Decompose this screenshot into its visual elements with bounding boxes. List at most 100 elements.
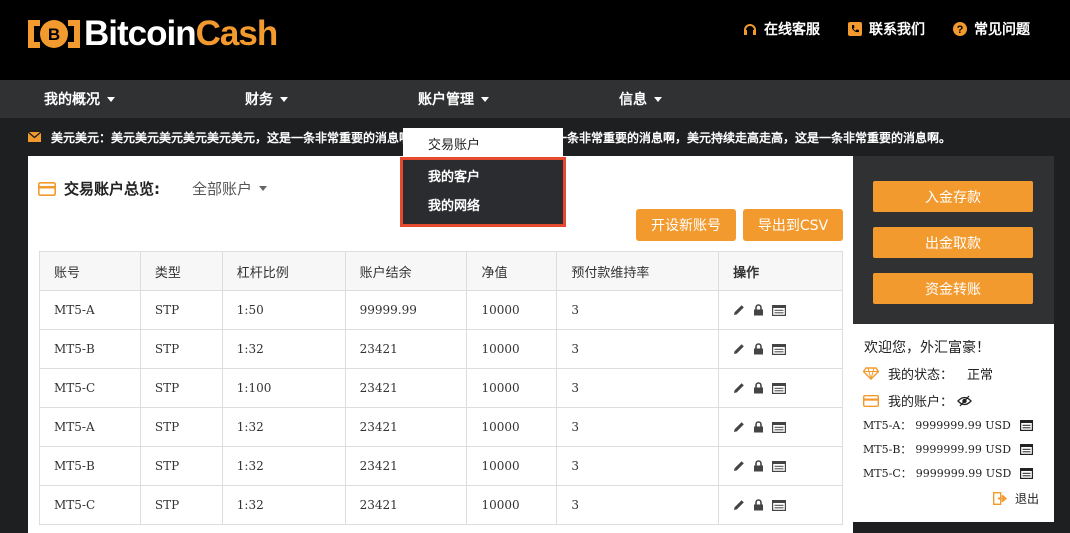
open-account-button[interactable]: 开设新账号 — [636, 209, 736, 241]
status-value: 正常 — [967, 368, 994, 383]
table-row: MT5-C STP 1:100 23421 10000 3 — [39, 368, 843, 408]
table-cell: 23421 — [344, 368, 468, 408]
logout-label: 退出 — [1015, 492, 1040, 506]
account-balance: 9999999.99 USD — [915, 466, 1012, 480]
nav-item-finance[interactable]: 财务 — [245, 80, 288, 118]
table-cell: STP — [139, 407, 223, 447]
table-body: MT5-A STP 1:50 99999.99 10000 3 MT5-B STP 1:32 23… — [39, 290, 843, 525]
deposit-button[interactable]: 入金存款 — [873, 181, 1033, 212]
table-cell: 1:32 — [221, 446, 346, 486]
list-icon[interactable] — [1019, 419, 1033, 431]
faq-link[interactable]: ? 常见问题 — [953, 19, 1030, 39]
column-header[interactable]: 预付款维持率 — [556, 251, 720, 291]
pencil-icon[interactable] — [733, 304, 745, 316]
column-header[interactable]: 杠杆比例 — [221, 251, 346, 291]
welcome-text: 欢迎您，外汇富豪！ — [864, 340, 990, 356]
pencil-icon[interactable] — [733, 499, 745, 511]
overview-heading: 交易账户总览: — [38, 178, 160, 199]
chevron-down-icon — [654, 96, 662, 102]
list-icon[interactable] — [1020, 467, 1034, 479]
lock-icon[interactable] — [753, 421, 764, 433]
table-cell: 23421 — [344, 407, 468, 447]
row-actions — [718, 368, 843, 408]
column-header[interactable]: 账号 — [39, 251, 141, 291]
table-cell: 10000 — [466, 446, 558, 486]
eye-slash-icon[interactable] — [957, 395, 972, 407]
table-cell: 3 — [556, 329, 720, 369]
table-row: MT5-C STP 1:32 23421 10000 3 — [39, 485, 843, 525]
highlight-box — [400, 157, 566, 227]
nav-item-info[interactable]: 信息 — [619, 80, 662, 118]
pencil-icon[interactable] — [733, 382, 745, 394]
table-cell: 23421 — [344, 485, 468, 525]
table-cell: 1:100 — [221, 368, 346, 408]
withdraw-button[interactable]: 出金取款 — [873, 227, 1033, 258]
nav-item-account-management[interactable]: 账户管理 — [418, 80, 489, 118]
accounts-heading-row: 我的账户： — [863, 391, 972, 410]
main-nav: 我的概况 财务 账户管理 信息 — [0, 80, 1070, 118]
list-icon[interactable] — [772, 460, 787, 472]
chevron-down-icon — [280, 96, 288, 102]
account-balance-row: MT5-A： 9999999.99 USD — [863, 417, 1033, 433]
logout-button[interactable]: 退出 — [993, 490, 1039, 507]
nav-account-management-label: 账户管理 — [418, 92, 474, 108]
lock-icon[interactable] — [753, 304, 764, 316]
column-header[interactable]: 净值 — [466, 251, 558, 291]
envelope-icon — [28, 132, 41, 142]
account-balance: 9999999.99 USD — [915, 418, 1011, 432]
account-name: MT5-B： — [863, 443, 912, 456]
status-label: 我的状态： — [888, 368, 954, 383]
user-info-panel: 欢迎您，外汇富豪！ 我的状态： 正常 我的账户： MT5-A： 9999999.… — [853, 324, 1054, 522]
lock-icon[interactable] — [753, 460, 764, 472]
table-cell: MT5-A — [39, 290, 141, 330]
online-support-link[interactable]: 在线客服 — [743, 19, 820, 39]
pencil-icon[interactable] — [733, 460, 745, 472]
contact-us-link[interactable]: 联系我们 — [848, 19, 925, 39]
table-cell: 10000 — [466, 485, 558, 525]
table-cell: STP — [139, 329, 223, 369]
account-filter-select[interactable]: 全部账户 — [192, 178, 268, 199]
table-cell: MT5-A — [39, 407, 141, 447]
question-icon: ? — [953, 22, 967, 36]
list-icon[interactable] — [772, 421, 787, 433]
table-row: MT5-A STP 1:32 23421 10000 3 — [39, 407, 843, 447]
header: B BitcoinCash 在线客服 联系我们 ? 常见问题 — [0, 0, 1070, 80]
pencil-icon[interactable] — [733, 343, 745, 355]
column-header[interactable]: 类型 — [139, 251, 223, 291]
table-cell: 3 — [556, 485, 720, 525]
table-cell: 23421 — [344, 329, 468, 369]
table-row: MT5-B STP 1:32 23421 10000 3 — [39, 329, 843, 369]
credit-card-icon — [38, 181, 56, 196]
row-actions — [718, 290, 843, 330]
list-icon[interactable] — [1020, 443, 1034, 455]
credit-card-icon — [863, 394, 879, 407]
dropdown-item-trading-accounts[interactable]: 交易账户 — [403, 128, 563, 158]
pencil-icon[interactable] — [733, 421, 745, 433]
transfer-button[interactable]: 资金转账 — [873, 273, 1033, 304]
lock-icon[interactable] — [753, 499, 764, 511]
svg-text:?: ? — [957, 24, 964, 36]
nav-overview-label: 我的概况 — [44, 92, 100, 108]
table-cell: MT5-C — [39, 485, 141, 525]
list-icon[interactable] — [772, 499, 787, 511]
account-balance-row: MT5-C： 9999999.99 USD — [863, 465, 1034, 481]
bitcoin-icon: B — [28, 16, 80, 52]
export-csv-button[interactable]: 导出到CSV — [743, 209, 843, 241]
svg-text:B: B — [48, 25, 60, 44]
table-cell: STP — [139, 485, 223, 525]
lock-icon[interactable] — [753, 343, 764, 355]
contact-us-label: 联系我们 — [869, 22, 925, 38]
list-icon[interactable] — [772, 304, 787, 316]
diamond-icon — [863, 367, 879, 380]
list-icon[interactable] — [772, 382, 787, 394]
page-title: 交易账户总览: — [64, 180, 160, 198]
lock-icon[interactable] — [753, 382, 764, 394]
brand-logo[interactable]: B BitcoinCash — [28, 14, 278, 53]
table-cell: 10000 — [466, 329, 558, 369]
nav-item-overview[interactable]: 我的概况 — [44, 80, 115, 118]
list-icon[interactable] — [772, 343, 787, 355]
column-header[interactable]: 账户结余 — [344, 251, 468, 291]
sign-out-icon — [993, 492, 1008, 505]
table-cell: 1:32 — [221, 485, 346, 525]
headset-icon — [744, 24, 756, 35]
